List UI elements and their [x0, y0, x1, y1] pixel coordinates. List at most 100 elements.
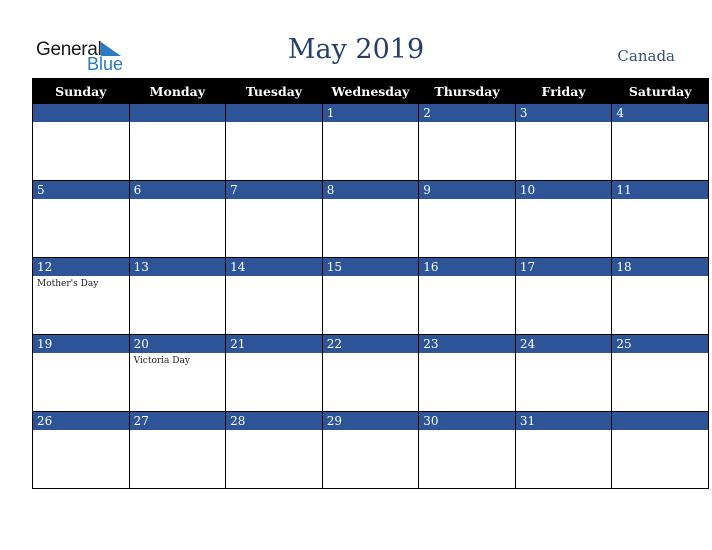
holiday-label: [612, 430, 708, 432]
day-number: 8: [322, 181, 419, 199]
day-cell[interactable]: 19: [32, 334, 130, 412]
day-number: 31: [515, 412, 612, 430]
day-number: 7: [226, 181, 322, 199]
day-cell[interactable]: 22: [321, 334, 420, 412]
holiday-label: [33, 353, 129, 355]
day-cell[interactable]: 31: [514, 411, 613, 489]
day-cell[interactable]: 30: [418, 411, 516, 489]
holiday-label: [323, 122, 419, 124]
day-number: 23: [419, 335, 515, 353]
holiday-label: [33, 199, 129, 201]
holiday-label: [323, 199, 419, 201]
holiday-label: [516, 430, 612, 432]
holiday-label: [419, 199, 515, 201]
day-cell[interactable]: 24: [514, 334, 613, 412]
weekday-tuesday: Tuesday: [225, 78, 323, 104]
holiday-label: [226, 122, 322, 124]
holiday-label: [33, 122, 129, 124]
day-number: [33, 104, 129, 122]
day-number: 15: [322, 258, 419, 276]
holiday-label: [419, 122, 515, 124]
day-number: 1: [322, 104, 419, 122]
holiday-label: Victoria Day: [133, 356, 190, 366]
day-number: 20: [129, 335, 226, 353]
day-cell[interactable]: 29: [321, 411, 420, 489]
weekday-friday: Friday: [514, 78, 613, 104]
day-number: 14: [226, 258, 322, 276]
holiday-label: [516, 353, 612, 355]
holiday-label: Mother's Day: [37, 279, 99, 289]
day-cell[interactable]: 27: [128, 411, 227, 489]
week-row: 26 27 28 29 30 31: [32, 411, 709, 489]
day-number: 30: [419, 412, 515, 430]
day-cell[interactable]: 5: [32, 180, 130, 258]
day-number: 22: [322, 335, 419, 353]
day-cell[interactable]: [32, 103, 130, 181]
day-number: 21: [226, 335, 322, 353]
holiday-label: [226, 276, 322, 278]
day-cell[interactable]: 10: [514, 180, 613, 258]
weekday-wednesday: Wednesday: [321, 78, 420, 104]
country-label: Canada: [617, 47, 675, 65]
day-number: 5: [33, 181, 129, 199]
holiday-label: [516, 276, 612, 278]
holiday-label: [323, 353, 419, 355]
day-number: 27: [129, 412, 226, 430]
calendar-title: May 2019: [287, 34, 425, 65]
day-cell[interactable]: 21: [225, 334, 323, 412]
weekday-saturday: Saturday: [611, 78, 709, 104]
holiday-label: [130, 199, 226, 201]
day-number: 2: [419, 104, 515, 122]
day-cell[interactable]: 28: [225, 411, 323, 489]
week-row: 5 6 7 8 9 10 11: [32, 180, 709, 258]
day-cell[interactable]: 23: [418, 334, 516, 412]
day-cell[interactable]: 1: [321, 103, 420, 181]
day-cell[interactable]: [225, 103, 323, 181]
day-cell[interactable]: 26: [32, 411, 130, 489]
day-number: 26: [33, 412, 129, 430]
day-cell[interactable]: 8: [321, 180, 420, 258]
holiday-label: [323, 430, 419, 432]
day-number: 19: [33, 335, 129, 353]
holiday-label: [130, 430, 226, 432]
day-cell[interactable]: 25: [611, 334, 709, 412]
weekday-header-row: Sunday Monday Tuesday Wednesday Thursday…: [32, 78, 709, 104]
day-cell[interactable]: 2: [418, 103, 516, 181]
day-number: 9: [419, 181, 515, 199]
day-number: 16: [419, 258, 515, 276]
day-cell[interactable]: 6: [128, 180, 227, 258]
holiday-label: [612, 276, 708, 278]
weekday-sunday: Sunday: [32, 78, 130, 104]
holiday-label: [226, 430, 322, 432]
week-row: 12 Mother's Day 13 14 15 16 17 18: [32, 257, 709, 335]
day-cell[interactable]: [611, 411, 709, 489]
day-number: 3: [515, 104, 612, 122]
day-number: 29: [322, 412, 419, 430]
day-number: 12: [33, 258, 129, 276]
day-cell[interactable]: 7: [225, 180, 323, 258]
day-cell[interactable]: 4: [611, 103, 709, 181]
day-cell[interactable]: [128, 103, 227, 181]
day-cell[interactable]: 3: [514, 103, 613, 181]
day-number: [226, 104, 322, 122]
day-cell[interactable]: 18: [611, 257, 709, 335]
day-cell[interactable]: 9: [418, 180, 516, 258]
holiday-label: [226, 199, 322, 201]
day-number: 13: [129, 258, 226, 276]
weekday-monday: Monday: [128, 78, 227, 104]
day-cell[interactable]: 14: [225, 257, 323, 335]
day-number: [129, 104, 226, 122]
holiday-label: [419, 276, 515, 278]
day-cell[interactable]: 16: [418, 257, 516, 335]
day-cell[interactable]: 13: [128, 257, 227, 335]
weekday-thursday: Thursday: [418, 78, 516, 104]
holiday-label: [516, 122, 612, 124]
day-number: 18: [612, 258, 708, 276]
day-cell[interactable]: 12 Mother's Day: [32, 257, 130, 335]
day-number: [612, 412, 708, 430]
day-cell[interactable]: 17: [514, 257, 613, 335]
day-cell[interactable]: 15: [321, 257, 420, 335]
day-cell[interactable]: 11: [611, 180, 709, 258]
day-cell[interactable]: 20 Victoria Day: [128, 334, 227, 412]
holiday-label: [419, 430, 515, 432]
